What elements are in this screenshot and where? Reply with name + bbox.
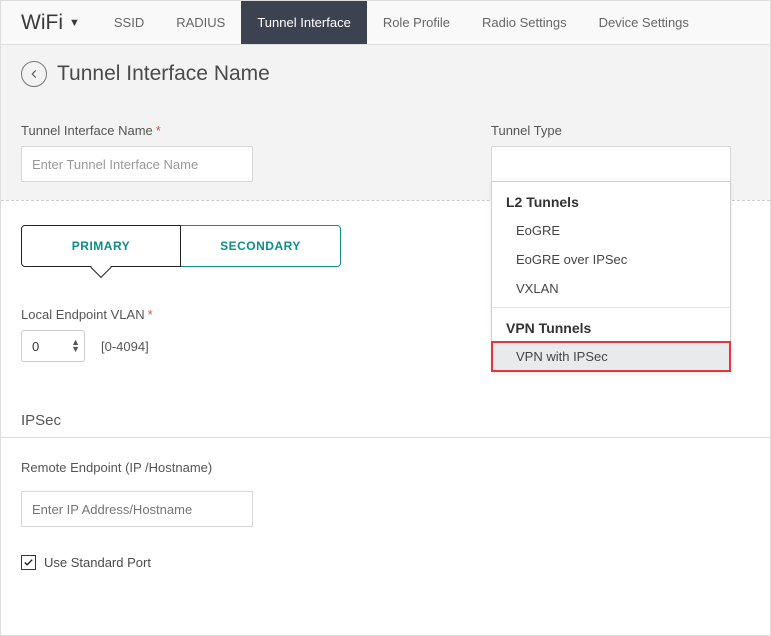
nav-tab-role-profile[interactable]: Role Profile bbox=[367, 1, 466, 44]
tab-label: SECONDARY bbox=[220, 239, 301, 253]
label-text: Local Endpoint VLAN bbox=[21, 307, 145, 322]
nav-tab-radius[interactable]: RADIUS bbox=[160, 1, 241, 44]
dropdown-group-vpn: VPN Tunnels bbox=[492, 308, 730, 342]
nav-tabs: SSID RADIUS Tunnel Interface Role Profil… bbox=[98, 1, 705, 44]
remote-endpoint-label: Remote Endpoint (IP /Hostname) bbox=[21, 460, 750, 475]
label-text: Tunnel Interface Name bbox=[21, 123, 153, 138]
nav-tab-tunnel-interface[interactable]: Tunnel Interface bbox=[241, 1, 366, 44]
checkmark-icon bbox=[23, 557, 34, 568]
nav-tab-label: Role Profile bbox=[383, 15, 450, 30]
nav-tab-label: Device Settings bbox=[599, 15, 689, 30]
dropdown-option-eogre-ipsec[interactable]: EoGRE over IPSec bbox=[492, 245, 730, 274]
required-asterisk: * bbox=[148, 307, 153, 322]
tunnel-type-combobox: L2 Tunnels EoGRE EoGRE over IPSec VXLAN … bbox=[491, 146, 750, 182]
chevron-down-icon: ▼ bbox=[69, 17, 80, 29]
vlan-hint: [0-4094] bbox=[101, 339, 149, 354]
page-title: Tunnel Interface Name bbox=[57, 62, 270, 86]
remote-endpoint-input[interactable] bbox=[21, 491, 253, 527]
page-title-row: Tunnel Interface Name bbox=[21, 61, 750, 87]
tunnel-type-dropdown: L2 Tunnels EoGRE EoGRE over IPSec VXLAN … bbox=[491, 181, 731, 372]
nav-tab-label: SSID bbox=[114, 15, 144, 30]
tunnel-type-input[interactable] bbox=[491, 146, 731, 182]
page-header: Tunnel Interface Name Tunnel Interface N… bbox=[1, 45, 770, 200]
brand-label: WiFi bbox=[21, 11, 63, 35]
ipsec-section-label: IPSec bbox=[21, 412, 750, 429]
dropdown-group-l2: L2 Tunnels bbox=[492, 182, 730, 216]
dropdown-option-vxlan[interactable]: VXLAN bbox=[492, 274, 730, 303]
dropdown-option-eogre[interactable]: EoGRE bbox=[492, 216, 730, 245]
section-separator bbox=[1, 437, 770, 438]
arrow-left-icon bbox=[27, 67, 41, 81]
tunnel-name-input[interactable] bbox=[21, 146, 253, 182]
required-asterisk: * bbox=[156, 123, 161, 138]
tunnel-type-label: Tunnel Type bbox=[491, 123, 750, 138]
dropdown-option-vpn-ipsec[interactable]: VPN with IPSec bbox=[492, 342, 730, 371]
use-standard-port-checkbox[interactable] bbox=[21, 555, 36, 570]
remote-endpoint-field: Remote Endpoint (IP /Hostname) bbox=[21, 460, 750, 527]
back-button[interactable] bbox=[21, 61, 47, 87]
vlan-spinner[interactable]: 0 ▲ ▼ bbox=[21, 330, 85, 362]
chevron-down-icon[interactable]: ▼ bbox=[71, 346, 80, 353]
tunnel-name-label: Tunnel Interface Name* bbox=[21, 123, 491, 138]
nav-tab-label: Radio Settings bbox=[482, 15, 567, 30]
tab-secondary[interactable]: SECONDARY bbox=[181, 225, 341, 267]
brand-menu[interactable]: WiFi ▼ bbox=[1, 11, 98, 35]
tab-primary[interactable]: PRIMARY bbox=[21, 225, 181, 267]
top-nav: WiFi ▼ SSID RADIUS Tunnel Interface Role… bbox=[1, 1, 770, 45]
spinner-arrows[interactable]: ▲ ▼ bbox=[71, 339, 80, 353]
tab-label: PRIMARY bbox=[72, 239, 130, 253]
nav-tab-device-settings[interactable]: Device Settings bbox=[583, 1, 705, 44]
use-standard-port-row: Use Standard Port bbox=[21, 555, 750, 570]
nav-tab-radio-settings[interactable]: Radio Settings bbox=[466, 1, 583, 44]
vlan-value: 0 bbox=[32, 339, 71, 354]
nav-tab-label: Tunnel Interface bbox=[257, 15, 350, 30]
nav-tab-ssid[interactable]: SSID bbox=[98, 1, 160, 44]
use-standard-port-label: Use Standard Port bbox=[44, 555, 151, 570]
nav-tab-label: RADIUS bbox=[176, 15, 225, 30]
